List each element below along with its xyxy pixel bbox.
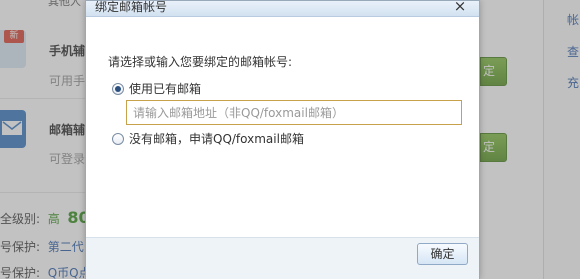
confirm-button[interactable]: 确定 [417,243,468,265]
dialog-header: 绑定邮箱帐号 × [86,0,479,17]
dialog-prompt: 请选择或输入您要绑定的邮箱帐号: [108,55,293,69]
radio-apply-email[interactable] [112,133,124,145]
email-input[interactable] [126,100,462,125]
option-existing-email-label[interactable]: 使用已有邮箱 [129,81,201,97]
dialog-footer: 确定 [86,237,479,279]
bind-email-dialog: 绑定邮箱帐号 × 请选择或输入您要绑定的邮箱帐号: 使用已有邮箱 没有邮箱，申请… [85,0,480,279]
option-apply-email-label[interactable]: 没有邮箱，申请QQ/foxmail邮箱 [129,131,304,147]
close-icon[interactable]: × [453,0,467,14]
radio-existing-email[interactable] [112,83,124,95]
dialog-title: 绑定邮箱帐号 [95,0,168,14]
